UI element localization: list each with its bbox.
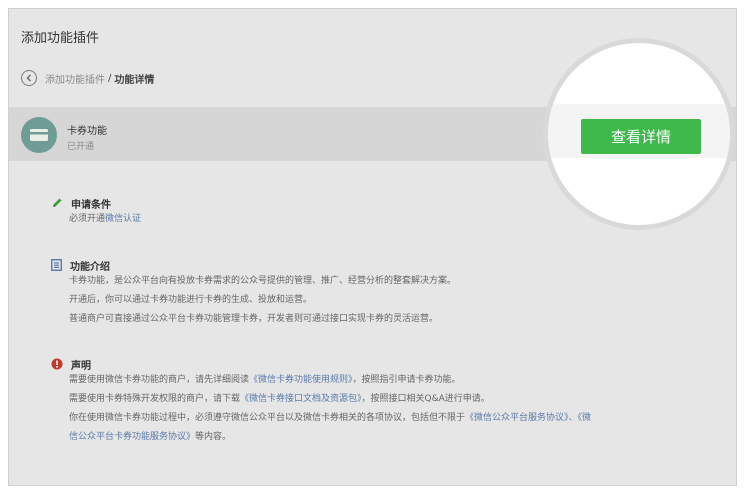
breadcrumb-separator: /	[108, 72, 112, 84]
statement-line: 需要使用微信卡券功能的商户，请先详细阅读《微信卡券功能使用规则》，按照指引申请卡…	[69, 371, 591, 390]
chevron-left-icon	[26, 74, 31, 82]
section-conditions: 申请条件 必须开通微信认证	[51, 196, 141, 229]
wechat-verify-link[interactable]: 微信认证	[105, 214, 141, 224]
section-intro: 功能介绍 卡券功能，是公众平台向有投放卡券需求的公众号提供的管理、推广、经营分析…	[51, 258, 456, 329]
section-statement: 声明 需要使用微信卡券功能的商户，请先详细阅读《微信卡券功能使用规则》，按照指引…	[51, 357, 591, 447]
breadcrumb-parent-link[interactable]: 添加功能插件	[45, 71, 105, 86]
breadcrumb: 添加功能插件 / 功能详情	[21, 68, 154, 88]
breadcrumb-current: 功能详情	[114, 74, 155, 86]
intro-line: 开通后，你可以通过卡券功能进行卡券的生成、投放和运营。	[69, 295, 313, 305]
statement-text: 需要使用卡券特殊开发权限的商户，请下载	[69, 394, 241, 404]
view-details-button[interactable]: 查看详情	[581, 119, 701, 154]
statement-text: ，按照接口相关Q&A进行申请。	[361, 394, 490, 404]
conditions-line: 必须开通微信认证	[69, 210, 141, 229]
back-button[interactable]	[21, 70, 37, 86]
statement-text: ，按照指引申请卡券功能。	[352, 375, 461, 385]
pencil-icon	[53, 198, 62, 207]
card-coupon-icon	[21, 117, 57, 153]
plugin-status: 已开通	[67, 142, 95, 152]
statement-line: 信公众平台卡券功能服务协议》等内容。	[69, 428, 591, 447]
statement-line: 你在使用微信卡券功能过程中，必须遵守微信公众平台以及微信卡券相关的各项协议，包括…	[69, 409, 591, 428]
section-title: 申请条件	[71, 199, 111, 211]
statement-text: 等内容。	[195, 432, 232, 442]
coupon-agreement-link[interactable]: 信公众平台卡券功能服务协议》	[69, 432, 195, 442]
statement-line: 需要使用卡券特殊开发权限的商户，请下载《微信卡券接口文档及资源包》，按照接口相关…	[69, 390, 591, 409]
statement-text: 需要使用微信卡券功能的商户，请先详细阅读	[69, 375, 250, 385]
platform-agreement-link[interactable]: 《微信公众平台服务协议》、《微	[465, 413, 591, 423]
page-title: 添加功能插件	[21, 31, 100, 46]
alert-icon	[51, 358, 63, 370]
plugin-name: 卡券功能	[67, 126, 107, 137]
document-icon	[51, 259, 62, 271]
statement-text: 你在使用微信卡券功能过程中，必须遵守微信公众平台以及微信卡券相关的各项协议，包括…	[69, 413, 466, 423]
section-title: 功能介绍	[70, 261, 110, 273]
api-docs-link[interactable]: 《微信卡券接口文档及资源包》	[240, 394, 362, 404]
intro-line: 卡券功能，是公众平台向有投放卡券需求的公众号提供的管理、推广、经营分析的整套解决…	[69, 276, 457, 286]
conditions-text: 必须开通	[69, 214, 106, 224]
section-title: 声明	[71, 360, 91, 372]
intro-line: 普通商户可直接通过公众平台卡券功能管理卡券，开发者则可通过接口实现卡券的灵活运营…	[69, 314, 439, 324]
usage-rules-link[interactable]: 《微信卡券功能使用规则》	[249, 375, 353, 385]
